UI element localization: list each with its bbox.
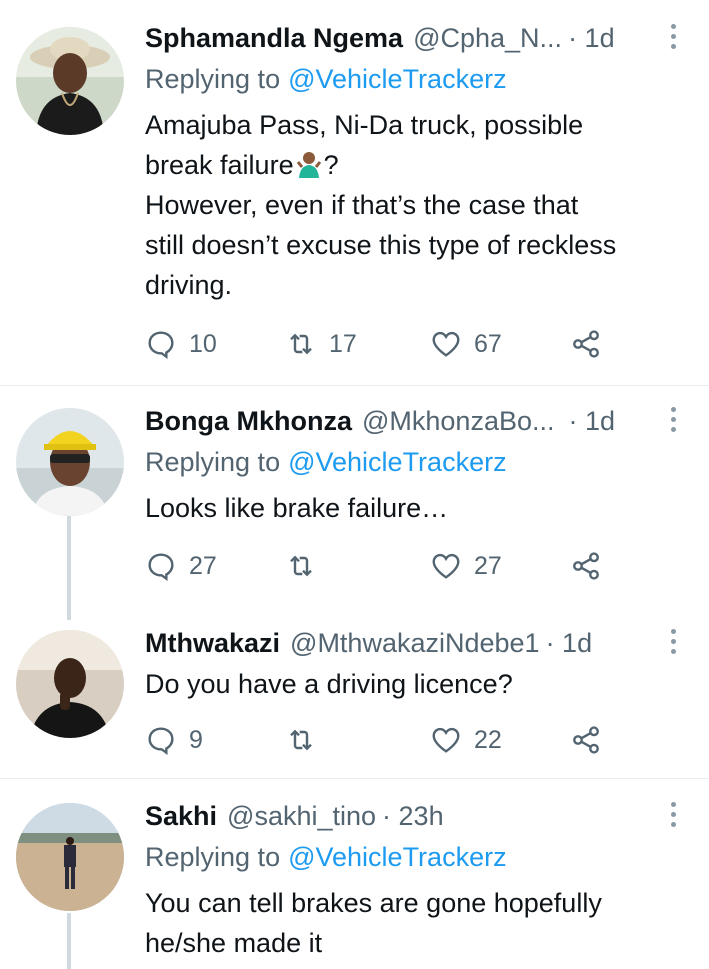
- replying-to: Replying to @VehicleTrackerz: [145, 442, 681, 482]
- reply-icon: [148, 553, 174, 581]
- tweet-header: Sakhi @sakhi_tino · 23h: [145, 795, 681, 837]
- timestamp[interactable]: · 1d: [546, 628, 593, 659]
- replying-to: Replying to @VehicleTrackerz: [145, 837, 681, 877]
- more-options-icon[interactable]: [665, 797, 681, 833]
- tweet-text: You can tell brakes are gone hopefully h…: [145, 883, 681, 963]
- reply-count: 10: [189, 329, 217, 358]
- display-name[interactable]: Sphamandla Ngema: [145, 23, 403, 54]
- avatar[interactable]: [16, 408, 124, 516]
- retweet-count: 17: [329, 329, 357, 358]
- heart-icon: [432, 727, 460, 753]
- reply-icon: [148, 727, 174, 755]
- person-shrugging-emoji: [296, 152, 321, 178]
- tweet-1[interactable]: Sphamandla Ngema @Cpha_N... · 1d Replyin…: [0, 0, 709, 385]
- share-button[interactable]: [570, 546, 602, 586]
- tweet-actions: 9 22: [145, 720, 645, 760]
- timestamp[interactable]: · 1d: [568, 23, 615, 54]
- tweet-text-line: break failure?: [145, 145, 681, 185]
- reply-button[interactable]: 9: [145, 720, 203, 760]
- tweet-actions: 27 27: [145, 546, 645, 586]
- like-count: 67: [474, 329, 502, 358]
- tweet-header: Mthwakazi @MthwakaziNdebe1 · 1d: [145, 622, 681, 664]
- tweet-text: Do you have a driving licence?: [145, 669, 513, 699]
- tweet-actions: 10 17 67: [145, 324, 645, 364]
- mention-link[interactable]: @VehicleTrackerz: [288, 842, 506, 873]
- avatar[interactable]: [16, 27, 124, 135]
- more-options-icon[interactable]: [665, 402, 681, 438]
- avatar[interactable]: [16, 803, 124, 911]
- like-button[interactable]: 22: [430, 720, 502, 760]
- avatar[interactable]: [16, 630, 124, 738]
- share-icon: [573, 552, 599, 580]
- like-button[interactable]: 27: [430, 546, 502, 586]
- reply-button[interactable]: 27: [145, 546, 217, 586]
- reply-button[interactable]: 10: [145, 324, 217, 364]
- tweet-text-line: driving.: [145, 270, 233, 300]
- tweet-text-segment: break failure: [145, 150, 294, 180]
- share-icon: [573, 330, 599, 358]
- share-button[interactable]: [570, 720, 602, 760]
- share-button[interactable]: [570, 324, 602, 364]
- replying-label: Replying to: [145, 63, 281, 94]
- tweet-4[interactable]: Sakhi @sakhi_tino · 23h Replying to @Veh…: [0, 779, 709, 969]
- timestamp[interactable]: · 23h: [382, 801, 444, 832]
- reply-count: 9: [189, 725, 203, 754]
- display-name[interactable]: Sakhi: [145, 801, 217, 832]
- user-handle[interactable]: @MkhonzaBo...: [362, 406, 555, 437]
- retweet-button[interactable]: 17: [285, 324, 357, 364]
- timestamp[interactable]: · 1d: [569, 406, 616, 437]
- tweet-text-line: Amajuba Pass, Ni-Da truck, possible: [145, 110, 584, 140]
- thread-line: [67, 514, 71, 620]
- heart-icon: [432, 331, 460, 357]
- tweet-2[interactable]: Bonga Mkhonza @MkhonzaBo... · 1d Replyin…: [0, 386, 709, 620]
- display-name[interactable]: Mthwakazi: [145, 628, 280, 659]
- tweet-header: Sphamandla Ngema @Cpha_N... · 1d: [145, 17, 681, 59]
- tweet-header: Bonga Mkhonza @MkhonzaBo... · 1d: [145, 400, 681, 442]
- mention-link[interactable]: @VehicleTrackerz: [288, 447, 506, 478]
- more-options-icon[interactable]: [665, 624, 681, 660]
- tweet-text: Amajuba Pass, Ni-Da truck, possible brea…: [145, 105, 681, 305]
- heart-icon: [432, 553, 460, 579]
- like-count: 27: [474, 551, 502, 580]
- tweet-text-line: he/she made it: [145, 928, 323, 958]
- retweet-icon: [290, 555, 312, 577]
- replying-to: Replying to @VehicleTrackerz: [145, 59, 681, 99]
- display-name[interactable]: Bonga Mkhonza: [145, 406, 352, 437]
- tweet-text: Looks like brake failure…: [145, 493, 449, 523]
- retweet-icon: [290, 333, 312, 355]
- tweet-3[interactable]: Mthwakazi @MthwakaziNdebe1 · 1d Do you h…: [0, 620, 709, 778]
- user-handle[interactable]: @Cpha_N...: [413, 23, 562, 54]
- tweet-text-line: still doesn’t excuse this type of reckle…: [145, 230, 617, 260]
- user-handle[interactable]: @sakhi_tino: [227, 801, 376, 832]
- retweet-button[interactable]: [285, 720, 317, 760]
- more-options-icon[interactable]: [665, 19, 681, 55]
- retweet-icon: [290, 729, 312, 751]
- user-handle[interactable]: @MthwakaziNdebe1: [290, 628, 540, 659]
- replying-label: Replying to: [145, 446, 281, 477]
- like-count: 22: [474, 725, 502, 754]
- retweet-button[interactable]: [285, 546, 317, 586]
- mention-link[interactable]: @VehicleTrackerz: [288, 64, 506, 95]
- reply-count: 27: [189, 551, 217, 580]
- tweet-text-segment: ?: [323, 150, 339, 180]
- share-icon: [573, 726, 599, 754]
- tweet-text-line: However, even if that’s the case that: [145, 190, 579, 220]
- reply-icon: [148, 331, 174, 359]
- like-button[interactable]: 67: [430, 324, 502, 364]
- replying-label: Replying to: [145, 841, 281, 872]
- thread-line: [67, 913, 71, 969]
- tweet-text-line: You can tell brakes are gone hopefully: [145, 888, 602, 918]
